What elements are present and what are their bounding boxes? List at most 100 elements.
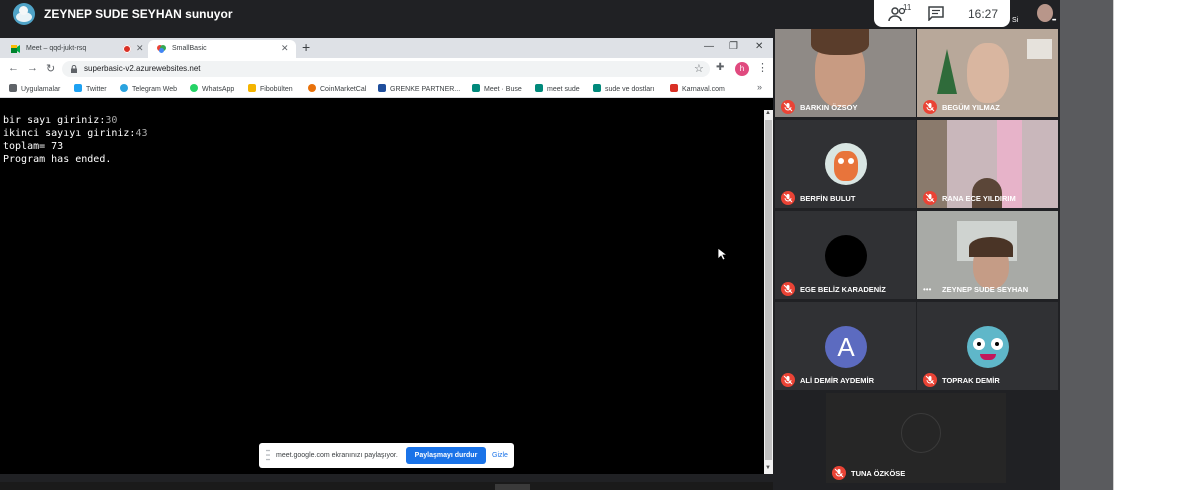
minimize-icon[interactable]: — <box>704 41 714 52</box>
console-line: Program has ended. <box>3 154 112 165</box>
participant-tile[interactable]: A ALİ DEMİR AYDEMİR <box>775 302 916 390</box>
close-window-icon[interactable]: ✕ <box>755 41 763 52</box>
participant-video <box>969 237 1013 257</box>
bookmark-item[interactable]: WhatsApp <box>190 84 234 93</box>
url-text: superbasic-v2.azurewebsites.net <box>84 64 201 73</box>
bookmark-item[interactable]: sude ve dostları <box>593 84 654 93</box>
bottom-strip-segment <box>495 484 530 490</box>
side-gutter <box>1060 0 1113 490</box>
participant-name: BARKIN ÖZSOY <box>800 103 858 112</box>
bookmark-item[interactable]: CoinMarketCal <box>308 84 366 93</box>
mic-off-icon <box>832 466 846 480</box>
stop-sharing-button[interactable]: Paylaşmayı durdur <box>406 447 486 464</box>
bookmark-item[interactable]: Fibobülten <box>248 84 293 93</box>
drag-handle-icon[interactable] <box>266 449 270 461</box>
close-tab-icon[interactable]: ✕ <box>136 43 144 54</box>
mic-off-icon <box>781 100 795 114</box>
bookmark-item[interactable]: meet sude <box>535 84 580 93</box>
meet-icon <box>472 84 480 92</box>
bookmarks-overflow-icon[interactable]: » <box>757 82 762 92</box>
bookmark-item[interactable]: GRENKE PARTNER... <box>378 84 460 93</box>
extensions-icon[interactable]: ✚ <box>716 62 724 73</box>
participant-tile[interactable]: RANA ECE YILDIRIM <box>917 120 1058 208</box>
participant-avatar <box>825 143 867 185</box>
apps-grid-icon <box>9 84 17 92</box>
participant-name: BEGÜM YILMAZ <box>942 103 1000 112</box>
hide-notice-button[interactable]: Gizle <box>492 452 508 459</box>
back-icon[interactable]: ← <box>8 62 19 74</box>
bookmark-item[interactable]: Meet · Buse <box>472 84 522 93</box>
participant-name: BERFİN BULUT <box>800 194 856 203</box>
shared-browser-window: Meet – qqd-jukt-rsq ✕ SmallBasic ✕ + — ❐… <box>0 38 773 474</box>
participant-name: EGE BELİZ KARADENİZ <box>800 285 886 294</box>
bookmark-item[interactable]: Karnaval.com <box>670 84 725 93</box>
mic-off-icon <box>781 191 795 205</box>
coinmarketcal-icon <box>308 84 316 92</box>
participant-tile[interactable]: BERFİN BULUT <box>775 120 916 208</box>
participant-name: RANA ECE YILDIRIM <box>942 194 1016 203</box>
participant-name: ZEYNEP SUDE SEYHAN <box>942 285 1029 294</box>
reload-icon[interactable]: ↻ <box>46 62 55 75</box>
whatsapp-icon <box>190 84 198 92</box>
tab-title: SmallBasic <box>172 45 207 52</box>
participant-tile[interactable]: ZEYNEP SUDE SEYHAN ••• <box>917 211 1058 299</box>
fibobulten-icon <box>248 84 256 92</box>
tab-meet[interactable]: Meet – qqd-jukt-rsq ✕ <box>2 40 148 58</box>
tab-smallbasic[interactable]: SmallBasic ✕ <box>148 40 296 58</box>
scroll-up-icon[interactable]: ▲ <box>765 110 771 116</box>
profile-avatar[interactable]: h <box>735 62 749 76</box>
karnaval-icon <box>670 84 678 92</box>
side-blank-page <box>1113 0 1200 490</box>
loading-ring <box>901 413 941 453</box>
self-view-tile[interactable]: Si ••• <box>1010 0 1060 27</box>
meet-controls-pill: 11 16:27 <box>874 0 1010 27</box>
chat-icon[interactable] <box>928 6 944 21</box>
meet-icon <box>593 84 601 92</box>
smallbasic-console[interactable]: bir sayı giriniz:30 ikinci sayıyı girini… <box>0 110 763 474</box>
participant-name: ALİ DEMİR AYDEMİR <box>800 376 875 385</box>
scroll-down-icon[interactable]: ▼ <box>765 465 771 471</box>
participant-name: TUNA ÖZKÖSE <box>851 469 906 478</box>
participant-tile[interactable]: BEGÜM YILMAZ <box>917 29 1058 117</box>
participant-grid: BARKIN ÖZSOY BEGÜM YILMAZ BERFİN BULUT R… <box>773 27 1060 490</box>
participant-name: TOPRAK DEMİR <box>942 376 1000 385</box>
close-tab-icon[interactable]: ✕ <box>281 43 289 54</box>
meet-clock: 16:27 <box>968 7 999 21</box>
mic-off-icon <box>923 191 937 205</box>
bookmark-item[interactable]: Telegram Web <box>120 84 177 93</box>
bookmarks-bar: Uygulamalar Twitter Telegram Web WhatsAp… <box>0 80 773 98</box>
address-bar[interactable]: superbasic-v2.azurewebsites.net ☆ <box>62 61 710 77</box>
bookmark-star-icon[interactable]: ☆ <box>694 62 704 75</box>
forward-icon[interactable]: → <box>27 62 38 74</box>
telegram-icon <box>120 84 128 92</box>
participant-tile[interactable]: EGE BELİZ KARADENİZ <box>775 211 916 299</box>
twitter-icon <box>74 84 82 92</box>
participant-tile[interactable]: BARKIN ÖZSOY <box>775 29 916 117</box>
self-view-label: Si <box>1012 17 1019 24</box>
participant-count: 11 <box>903 3 912 12</box>
bookmark-item[interactable]: Twitter <box>74 84 107 93</box>
participant-avatar: A <box>825 326 867 368</box>
participant-tile[interactable]: TUNA ÖZKÖSE <box>826 393 1006 483</box>
mic-off-icon <box>781 373 795 387</box>
new-tab-button[interactable]: + <box>302 39 310 55</box>
share-message: meet.google.com ekranınızı paylaşıyor. <box>276 452 398 459</box>
right-side-panel <box>1060 0 1200 490</box>
smallbasic-favicon-icon <box>157 45 166 53</box>
self-video <box>1037 4 1053 22</box>
participant-video <box>811 29 869 55</box>
lock-icon[interactable] <box>71 65 77 73</box>
console-scrollbar[interactable]: ▲ ▼ <box>764 110 773 474</box>
more-options-icon[interactable]: ••• <box>1052 18 1056 24</box>
scrollbar-thumb[interactable] <box>765 120 772 460</box>
console-line: bir sayı giriniz:30 <box>3 115 118 126</box>
bookmark-item[interactable]: Uygulamalar <box>9 84 60 93</box>
browser-toolbar: ← → ↻ superbasic-v2.azurewebsites.net ☆ … <box>0 58 773 80</box>
participant-tile[interactable]: TOPRAK DEMİR <box>917 302 1058 390</box>
mouse-cursor-icon <box>717 247 729 261</box>
participant-avatar <box>967 326 1009 368</box>
restore-icon[interactable]: ❐ <box>729 41 738 52</box>
recording-indicator-icon <box>123 45 131 53</box>
christmas-tree-background <box>937 49 957 94</box>
browser-menu-icon[interactable]: ⋮ <box>757 61 768 74</box>
